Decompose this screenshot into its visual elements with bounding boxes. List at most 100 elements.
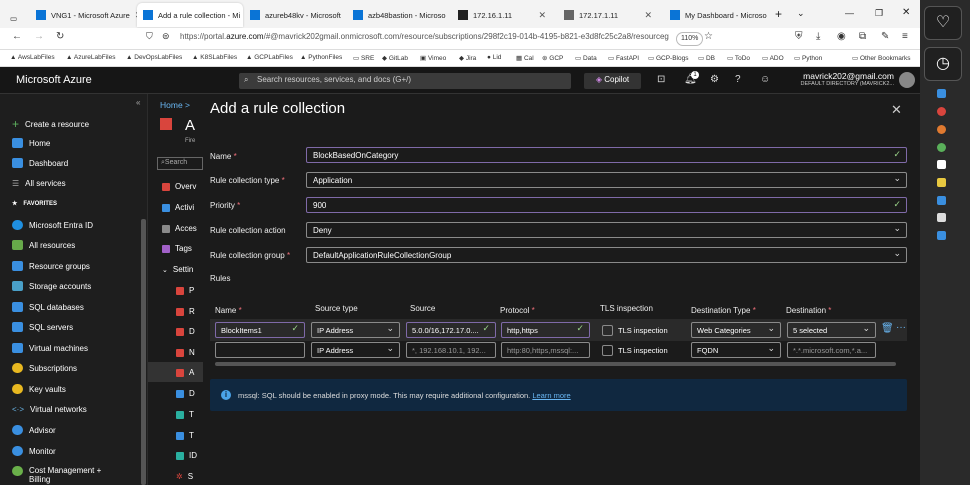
- bookmark-gcplabfiles[interactable]: ▲ GCPLabFiles: [246, 54, 293, 61]
- cloud-shell-icon[interactable]: ⊡: [657, 74, 665, 85]
- nav-all-resources[interactable]: All resources: [12, 240, 75, 250]
- minimize-icon[interactable]: —: [845, 8, 854, 18]
- rule-collection-group-select[interactable]: DefaultApplicationRuleCollectionGroup ⌄: [306, 247, 907, 263]
- blade-item-sub-3[interactable]: D: [176, 327, 195, 336]
- sidebar-app-icon[interactable]: [937, 125, 946, 134]
- bookmark-cal[interactable]: ▦ Cal: [516, 54, 534, 62]
- global-search-input[interactable]: ⌕ Search resources, services, and docs (…: [239, 73, 571, 89]
- nav-sql-databases[interactable]: SQL databases: [12, 302, 84, 312]
- sidebar-app-icon[interactable]: [937, 196, 946, 205]
- source-type-select[interactable]: IP Address ⌄: [311, 322, 400, 338]
- nav-sql-servers[interactable]: SQL servers: [12, 322, 73, 332]
- download-icon[interactable]: ⤓: [816, 31, 820, 42]
- help-icon[interactable]: ?: [735, 74, 741, 85]
- favorite-heart-icon[interactable]: ♡: [924, 6, 962, 40]
- new-tab-icon[interactable]: +: [775, 7, 782, 21]
- nav-create-resource[interactable]: + Create a resource: [12, 117, 89, 131]
- sidebar-app-icon[interactable]: [937, 107, 946, 116]
- azure-brand[interactable]: Microsoft Azure: [16, 74, 92, 86]
- protocol-input[interactable]: http:80,https,mssql:...: [501, 342, 590, 358]
- bookmark-star-icon[interactable]: ☆: [704, 31, 713, 42]
- sidebar-app-icon[interactable]: [937, 160, 946, 169]
- bookmark-sre[interactable]: ▭ SRE: [353, 54, 374, 62]
- tab-vng1[interactable]: VNG1 - Microsoft Azure ✕: [30, 3, 138, 27]
- blade-item-tags[interactable]: Tags: [162, 244, 192, 253]
- nav-key-vaults[interactable]: Key vaults: [12, 384, 66, 394]
- protocol-input[interactable]: http,https ✓: [501, 322, 590, 338]
- sidebar-app-icon[interactable]: [937, 143, 946, 152]
- lock-icon[interactable]: ⊜: [162, 31, 170, 42]
- bookmark-devopslabfiles[interactable]: ▲ DevOpsLabFiles: [126, 54, 182, 61]
- extensions-icon[interactable]: ⧉: [859, 31, 866, 42]
- blade-item-activity-log[interactable]: Activi: [162, 203, 194, 212]
- more-icon[interactable]: ···: [896, 322, 906, 333]
- menu-icon[interactable]: ≡: [902, 31, 908, 42]
- breadcrumb[interactable]: Home >: [160, 100, 190, 110]
- bookmark-other[interactable]: ▭ Other Bookmarks: [852, 54, 911, 62]
- bookmark-python[interactable]: ▭ Python: [794, 54, 822, 62]
- tab-azb48bastion[interactable]: azb48bastion - Microso ✕: [347, 3, 447, 27]
- tab-azureb48kv[interactable]: azureb48kv - Microsoft ✕: [244, 3, 342, 27]
- destination-select[interactable]: 5 selected ⌄: [787, 322, 876, 338]
- blade-item-application-rules[interactable]: A: [176, 368, 194, 377]
- bookmark-awslabfiles[interactable]: ▲ AwsLabFiles: [10, 54, 55, 61]
- nav-scrollbar[interactable]: [141, 219, 146, 485]
- close-icon[interactable]: ✕: [644, 10, 652, 21]
- blade-item-sub-8[interactable]: T: [176, 431, 194, 440]
- source-input[interactable]: 5.0.0/16,172.17.0.... ✓: [406, 322, 496, 338]
- copilot-button[interactable]: ◈ Copilot: [584, 73, 641, 89]
- tab-add-rule-collection[interactable]: Add a rule collection - Mi ✕: [137, 3, 243, 27]
- bookmark-ado[interactable]: ▭ ADO: [762, 54, 784, 62]
- close-icon[interactable]: ✕: [538, 10, 546, 21]
- nav-subscriptions[interactable]: Subscriptions: [12, 363, 77, 373]
- nav-dashboard[interactable]: Dashboard: [12, 158, 68, 168]
- clock-icon[interactable]: ◷: [924, 47, 962, 81]
- bookmark-todo[interactable]: ▭ ToDo: [727, 54, 750, 62]
- shield-check-icon[interactable]: ⛨: [795, 31, 803, 42]
- tls-checkbox[interactable]: [602, 325, 613, 336]
- settings-gear-icon[interactable]: ⚙: [710, 74, 719, 85]
- tab-172-16-1-11[interactable]: 172.16.1.11 ✕: [452, 3, 552, 27]
- sidebar-app-icon[interactable]: [937, 213, 946, 222]
- source-type-select[interactable]: IP Address ⌄: [311, 342, 400, 358]
- bookmark-jira[interactable]: ◆ Jira: [459, 54, 476, 62]
- blade-item-sub-7[interactable]: T: [176, 410, 194, 419]
- sidebar-app-icon[interactable]: [937, 178, 946, 187]
- bookmark-vimeo[interactable]: ▣ Vimeo: [420, 54, 446, 62]
- rules-horizontal-scrollbar[interactable]: [215, 362, 896, 366]
- restore-icon[interactable]: ❐: [875, 8, 883, 19]
- blade-item-sub-1[interactable]: P: [176, 286, 194, 295]
- blade-item-sub-6[interactable]: D: [176, 389, 195, 398]
- account-menu[interactable]: mavrick202@gmail.com DEFAULT DIRECTORY (…: [766, 71, 894, 87]
- bookmark-lid[interactable]: ● Lid: [487, 54, 501, 61]
- blade-item-sub-10[interactable]: ✲ S: [176, 472, 193, 481]
- blade-item-sub-2[interactable]: R: [176, 307, 195, 316]
- bookmark-k8slabfiles[interactable]: ▲ K8SLabFiles: [192, 54, 237, 61]
- nav-cost-management[interactable]: Cost Management + Billing: [12, 466, 119, 484]
- nav-storage-accounts[interactable]: Storage accounts: [12, 281, 91, 291]
- nav-advisor[interactable]: Advisor: [12, 425, 56, 435]
- priority-input[interactable]: 900 ✓: [306, 197, 907, 213]
- nav-home[interactable]: Home: [12, 138, 50, 148]
- rule-collection-action-select[interactable]: Deny ⌄: [306, 222, 907, 238]
- learn-more-link[interactable]: Learn more: [532, 391, 570, 400]
- nav-all-services[interactable]: ☰ All services: [12, 179, 66, 188]
- close-icon[interactable]: ✕: [891, 102, 902, 118]
- nav-entra-id[interactable]: Microsoft Entra ID: [12, 220, 93, 230]
- sidebar-app-icon[interactable]: [937, 89, 946, 98]
- rule-name-input[interactable]: BlockItems1 ✓: [215, 322, 305, 338]
- bookmark-pythonfiles[interactable]: ▲ PythonFiles: [300, 54, 342, 61]
- avatar[interactable]: [899, 72, 915, 88]
- tab-actions-icon[interactable]: ▭: [4, 6, 26, 30]
- blade-item-settings[interactable]: ⌄ Settin: [162, 265, 193, 274]
- shield-icon[interactable]: ⛉: [146, 31, 153, 42]
- zoom-level[interactable]: 110%: [676, 32, 704, 46]
- blade-item-sub-9[interactable]: ID: [176, 451, 197, 460]
- pen-icon[interactable]: ✎: [881, 31, 889, 42]
- forward-icon[interactable]: →: [34, 31, 44, 42]
- delete-icon[interactable]: 🗑︎: [881, 323, 894, 334]
- rule-name-input[interactable]: [215, 342, 305, 358]
- collapse-nav-icon[interactable]: «: [136, 98, 140, 107]
- account-icon[interactable]: ◉: [837, 31, 846, 42]
- bookmark-gcp-blogs[interactable]: ▭ GCP-Blogs: [648, 54, 688, 62]
